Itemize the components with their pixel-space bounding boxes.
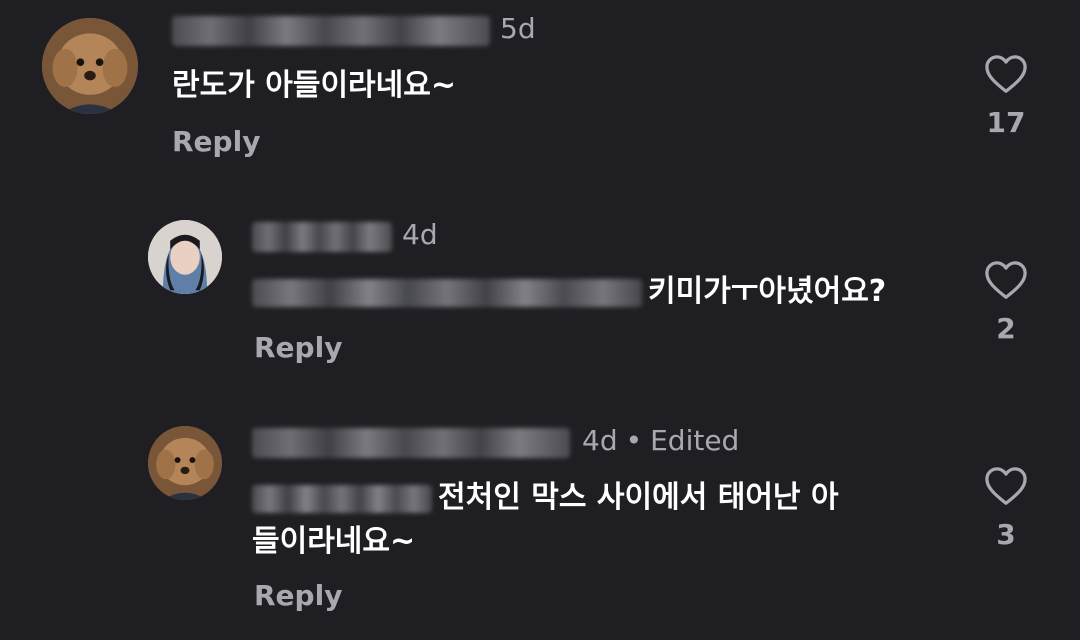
- dog-avatar-icon: [148, 426, 222, 500]
- like-button[interactable]: 17: [976, 54, 1036, 139]
- comment-text-content: 키미가ㅜ아녔어요?: [648, 274, 887, 309]
- comment-text-content: 란도가 아들이라네요~: [172, 68, 456, 103]
- comment-thread: 5d 란도가 아들이라네요~ Reply 17 4d 키미가ㅜ아녔어요? Rep…: [0, 0, 1080, 640]
- mention-blurred[interactable]: [252, 278, 642, 307]
- heart-outline-icon: [985, 55, 1027, 93]
- heart-outline-icon: [985, 467, 1027, 505]
- comment-text-line2: 들이라네요~: [252, 524, 416, 559]
- comment-meta: 4d: [402, 220, 438, 250]
- reply-button[interactable]: Reply: [172, 126, 260, 158]
- timestamp: 4d: [582, 424, 618, 457]
- like-button[interactable]: 3: [976, 466, 1036, 551]
- like-count: 3: [996, 518, 1016, 551]
- reply-button[interactable]: Reply: [254, 332, 342, 364]
- mention-blurred[interactable]: [252, 484, 432, 513]
- avatar[interactable]: [42, 18, 138, 114]
- comment-text: 란도가 아들이라네요~: [172, 64, 456, 108]
- username-blurred[interactable]: [252, 428, 570, 458]
- heart-outline-icon: [985, 261, 1027, 299]
- timestamp: 5d: [500, 12, 536, 45]
- edited-label: Edited: [650, 424, 740, 457]
- avatar[interactable]: [148, 426, 222, 500]
- timestamp: 4d: [402, 218, 438, 251]
- like-count: 2: [996, 312, 1016, 345]
- reply-button[interactable]: Reply: [254, 580, 342, 612]
- comment-meta: 4d • Edited: [582, 426, 739, 456]
- username-blurred[interactable]: [252, 222, 392, 252]
- comment-text: 키미가ㅜ아녔어요?: [252, 270, 886, 314]
- comment-meta: 5d: [500, 14, 536, 44]
- username-blurred[interactable]: [172, 16, 490, 46]
- woman-avatar-icon: [148, 220, 222, 294]
- like-count: 17: [986, 106, 1026, 139]
- separator-dot: •: [625, 424, 643, 457]
- dog-avatar-icon: [42, 18, 138, 114]
- comment-text-line1: 전처인 막스 사이에서 태어난 아: [438, 480, 839, 515]
- like-button[interactable]: 2: [976, 260, 1036, 345]
- avatar[interactable]: [148, 220, 222, 294]
- comment-text: 전처인 막스 사이에서 태어난 아 들이라네요~: [252, 476, 839, 564]
